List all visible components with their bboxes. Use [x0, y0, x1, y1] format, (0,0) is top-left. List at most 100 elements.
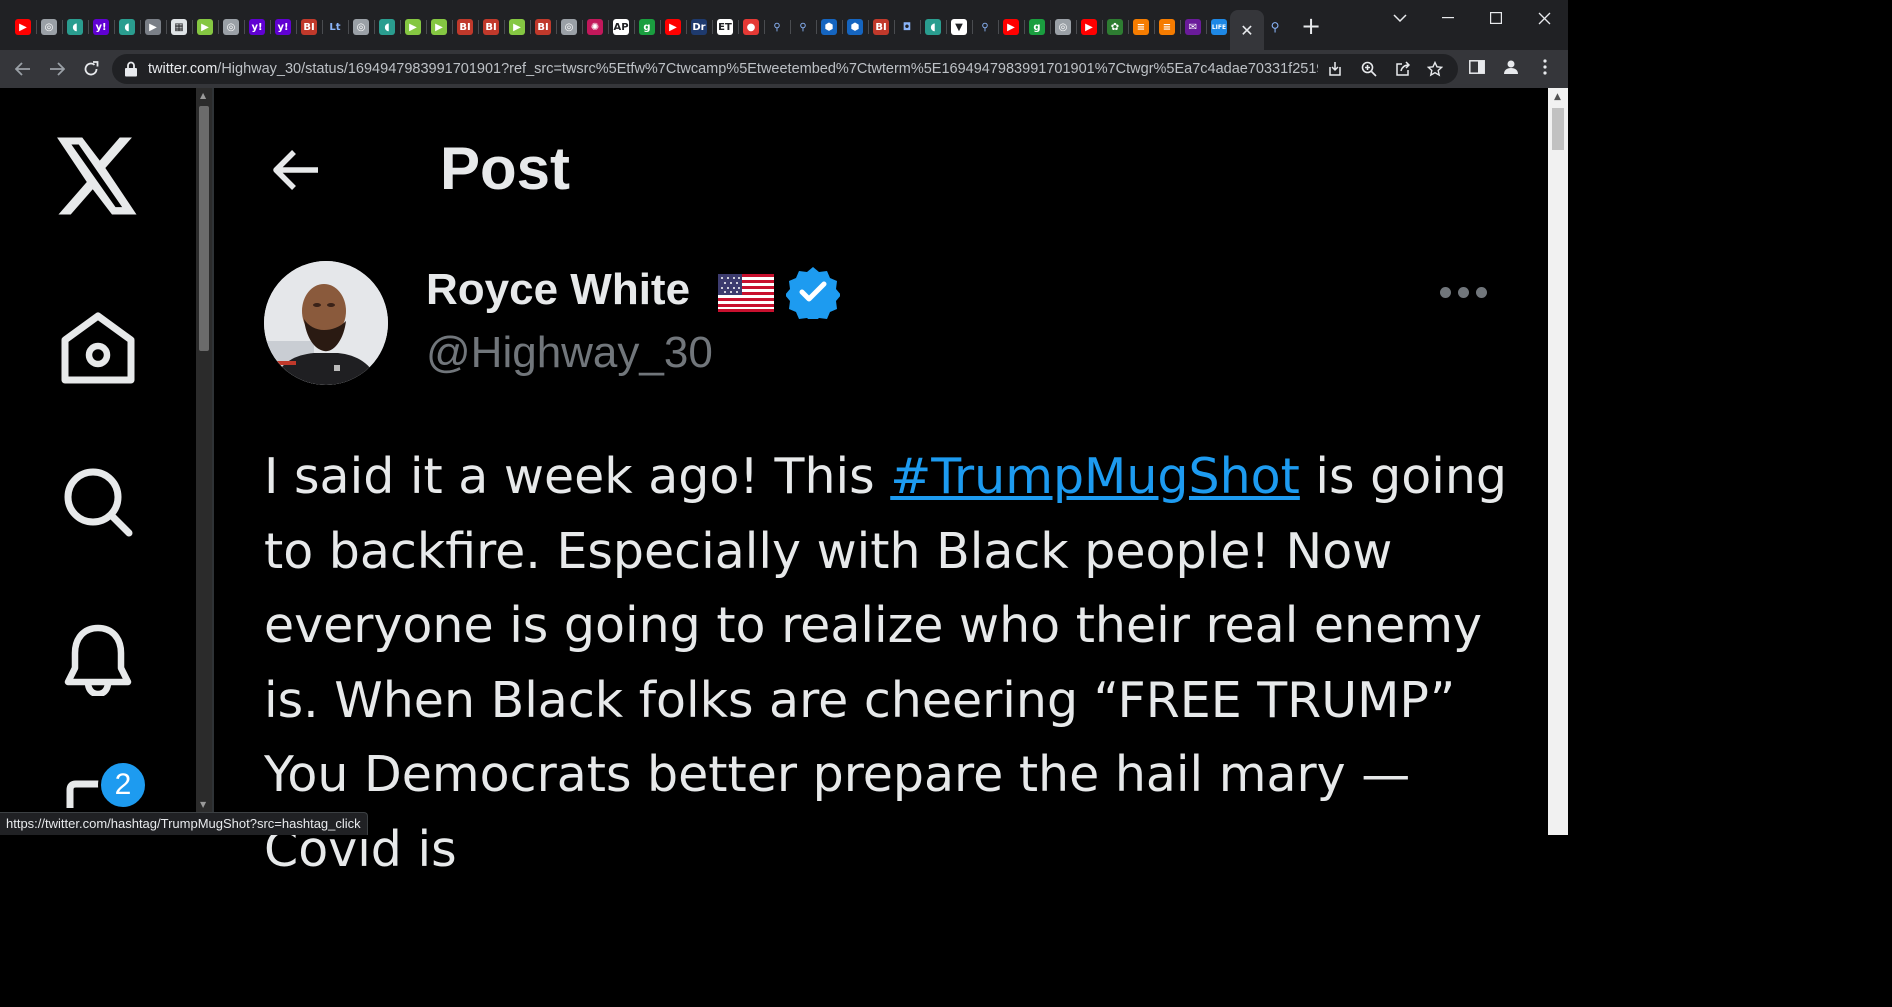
tab-serif-logo-icon[interactable]: Lt	[322, 14, 349, 40]
tab-gettr-icon[interactable]: g	[1024, 14, 1051, 40]
tab-bi-icon[interactable]: BI	[478, 14, 505, 40]
tweet-text-rest: is going to backfire. Especially with Bl…	[264, 448, 1507, 878]
tab-shield-icon[interactable]: ◖	[920, 14, 947, 40]
sidebar-scrollbar[interactable]: ▲ ▼	[196, 88, 212, 813]
tab-globe-icon[interactable]: ◎	[36, 14, 63, 40]
scroll-down-arrow-icon[interactable]: ▼	[200, 801, 208, 809]
rumble-icon: ▶	[431, 19, 447, 35]
leaf-icon: ✿	[1107, 19, 1123, 35]
scroll-up-arrow-icon[interactable]: ▲	[200, 92, 208, 100]
tab-globe-icon[interactable]: ◎	[556, 14, 583, 40]
tab-mic-icon[interactable]: ●	[738, 14, 765, 40]
notification-count-badge: 2	[98, 760, 148, 810]
back-nav-button[interactable]	[10, 56, 36, 82]
tab-spiral-icon[interactable]: ✺	[582, 14, 609, 40]
reload-button[interactable]	[78, 56, 104, 82]
shield-icon: ◖	[925, 19, 941, 35]
author-handle[interactable]: @Highway_30	[426, 328, 713, 378]
globe-icon: ◎	[561, 19, 577, 35]
side-panel-icon[interactable]	[1466, 56, 1488, 78]
tab-search-icon[interactable]: ⚲	[972, 14, 999, 40]
yahoo-icon: y!	[93, 19, 109, 35]
close-window-button[interactable]	[1532, 8, 1556, 28]
tab-bi-icon[interactable]: BI	[530, 14, 557, 40]
search-icon[interactable]	[56, 460, 140, 544]
page-scroll-thumb[interactable]	[1552, 108, 1564, 150]
zoom-icon[interactable]	[1360, 60, 1378, 78]
tab-search-icon[interactable]: ⚲	[764, 14, 791, 40]
back-arrow-icon[interactable]	[270, 144, 322, 196]
tab-news-icon[interactable]: AP	[608, 14, 635, 40]
tab-rumble-icon[interactable]: ▶	[400, 14, 427, 40]
bookmark-icon: ≡	[1159, 19, 1175, 35]
maximize-button[interactable]	[1484, 8, 1508, 28]
tab-search-icon[interactable]: ⚲	[790, 14, 817, 40]
tab-globe-icon[interactable]: ◎	[348, 14, 375, 40]
url-text[interactable]: twitter.com/Highway_30/status/1694947983…	[148, 61, 1318, 77]
tab-hex-icon[interactable]: ⬢	[842, 14, 869, 40]
browser-toolbar: twitter.com/Highway_30/status/1694947983…	[0, 50, 1568, 88]
tab-globe-icon[interactable]: ◎	[218, 14, 245, 40]
tab-youtube-icon[interactable]: ▶	[998, 14, 1025, 40]
tab-gettr-icon[interactable]: g	[634, 14, 661, 40]
tab-bi-icon[interactable]: BI	[452, 14, 479, 40]
share-icon[interactable]	[1394, 60, 1412, 78]
tab-rumble-icon[interactable]: ▶	[192, 14, 219, 40]
minimize-button[interactable]	[1436, 8, 1460, 28]
tab-shield-icon[interactable]: ◖	[374, 14, 401, 40]
tab-youtube-icon[interactable]: ▶	[660, 14, 687, 40]
tab-mail-icon[interactable]: ✉	[1180, 14, 1207, 40]
address-bar[interactable]: twitter.com/Highway_30/status/1694947983…	[112, 54, 1458, 84]
new-tab-button[interactable]: +	[1300, 14, 1322, 38]
tab-yahoo-icon[interactable]: y!	[88, 14, 115, 40]
tab-life-icon[interactable]: LIFE	[1206, 14, 1233, 40]
tab-youtube-icon[interactable]: ▶	[1076, 14, 1103, 40]
active-tab[interactable]: ✕	[1230, 10, 1264, 50]
verified-badge-icon[interactable]	[786, 265, 840, 319]
tab-shield-icon[interactable]: ◖	[114, 14, 141, 40]
close-tab-icon[interactable]: ✕	[1240, 21, 1253, 40]
author-avatar[interactable]	[264, 261, 388, 385]
qr-icon: ▦	[171, 19, 187, 35]
x-logo-icon[interactable]	[56, 134, 140, 218]
page-scrollbar[interactable]: ▲	[1548, 88, 1568, 835]
home-icon[interactable]	[56, 306, 140, 390]
tab-crest-icon[interactable]: ▼	[946, 14, 973, 40]
page-scroll-up-icon[interactable]: ▲	[1554, 92, 1561, 102]
tab-shield-outline-icon[interactable]: ◘	[894, 14, 921, 40]
tab-search-dropdown-icon[interactable]	[1388, 8, 1412, 28]
forward-nav-button[interactable]	[44, 56, 70, 82]
author-name[interactable]: Royce White	[426, 265, 690, 315]
bi-icon: BI	[535, 19, 551, 35]
tab-search-favicon[interactable]: ⚲	[1266, 18, 1284, 36]
tab-tag-icon[interactable]: ▶	[140, 14, 167, 40]
tab-bi-icon[interactable]: BI	[868, 14, 895, 40]
tab-bookmark-icon[interactable]: ≡	[1154, 14, 1181, 40]
tab-qr-icon[interactable]: ▦	[166, 14, 193, 40]
tab-bi-icon[interactable]: BI	[296, 14, 323, 40]
sidebar-scroll-thumb[interactable]	[199, 106, 209, 351]
tab-bookmark-icon[interactable]: ≡	[1128, 14, 1155, 40]
tab-rumble-icon[interactable]: ▶	[504, 14, 531, 40]
tab-yahoo-icon[interactable]: y!	[244, 14, 271, 40]
profile-icon[interactable]	[1500, 56, 1522, 78]
tab-globe-icon[interactable]: ◎	[1050, 14, 1077, 40]
tab-yahoo-icon[interactable]: y!	[270, 14, 297, 40]
tab-leaf-icon[interactable]: ✿	[1102, 14, 1129, 40]
tag-icon: ▶	[145, 19, 161, 35]
lock-icon[interactable]	[124, 61, 138, 77]
tab-shield-icon[interactable]: ◖	[62, 14, 89, 40]
twitter-sidebar: 2	[0, 88, 196, 835]
install-app-icon[interactable]	[1326, 60, 1344, 78]
browser-menu-icon[interactable]	[1534, 56, 1556, 78]
tab-rumble-icon[interactable]: ▶	[426, 14, 453, 40]
tab-dr-icon[interactable]: Dr	[686, 14, 713, 40]
bookmark-star-icon[interactable]	[1426, 60, 1444, 78]
notifications-bell-icon[interactable]	[56, 618, 140, 702]
search-icon: ⚲	[795, 19, 811, 35]
tab-et-icon[interactable]: ET	[712, 14, 739, 40]
tab-hex-icon[interactable]: ⬢	[816, 14, 843, 40]
more-options-icon[interactable]	[1440, 280, 1496, 304]
hashtag-link[interactable]: #TrumpMugShot	[890, 448, 1300, 505]
tab-youtube-icon[interactable]: ▶	[10, 14, 37, 40]
